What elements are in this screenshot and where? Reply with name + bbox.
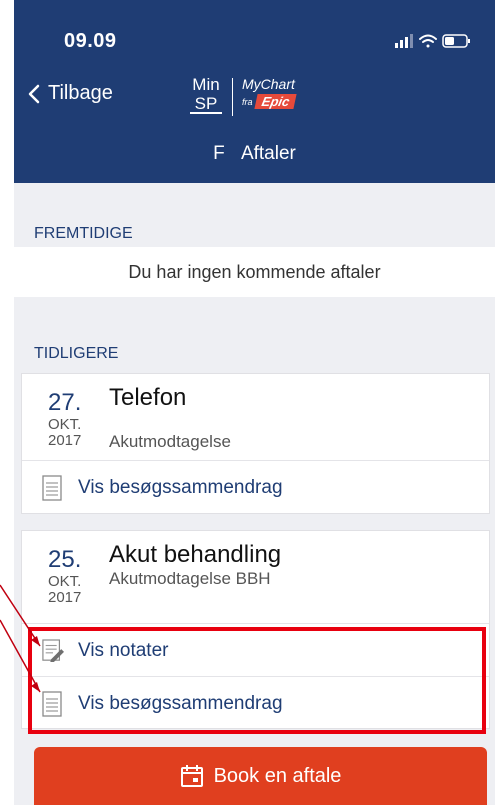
annotation-arrows [0,584,41,693]
